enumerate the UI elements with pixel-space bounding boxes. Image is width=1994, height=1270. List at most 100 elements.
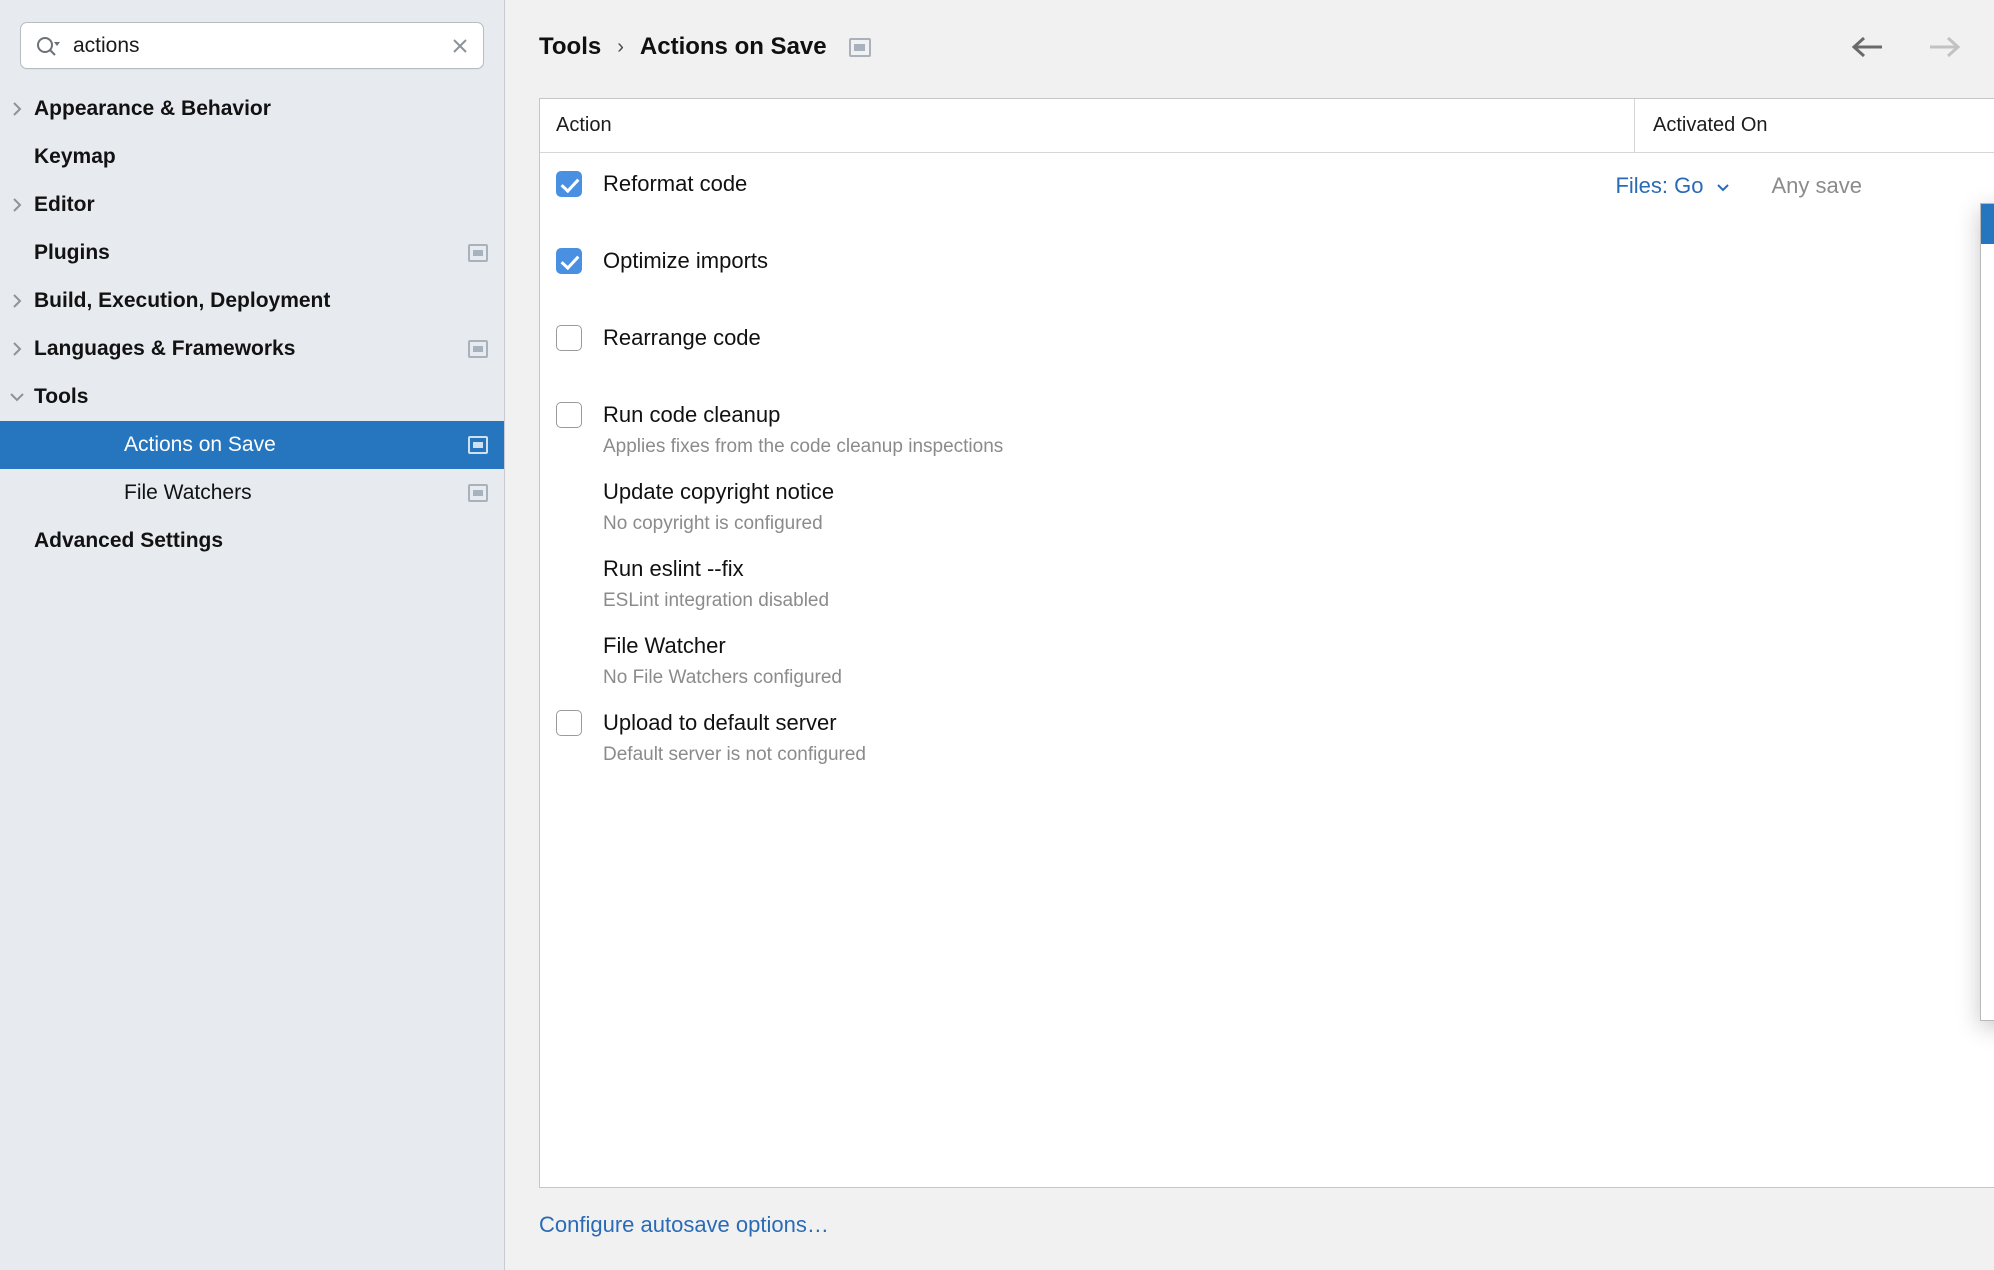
file-type-row-xml[interactable]: <>XML [1981,844,1994,884]
action-label: Upload to default server [603,710,837,736]
action-label: Run code cleanup [603,402,780,428]
checkbox-reformat-code[interactable] [556,171,582,197]
action-label: Optimize imports [603,248,768,274]
nav-arrows [1848,32,1964,62]
file-type-row-html[interactable]: HHTML [1981,404,1994,444]
file-type-row-json[interactable]: {}JSON [1981,484,1994,524]
settings-page-icon [468,436,488,454]
settings-page-icon [849,38,871,57]
actions-panel: Action Activated On Reformat code Files: … [539,98,1994,1188]
sidebar-item-label: Appearance & Behavior [34,97,271,121]
sidebar-item-keymap[interactable]: Keymap [0,133,504,181]
row-main: Rearrange code [556,325,761,351]
breadcrumb-parent[interactable]: Tools [539,33,601,61]
sidebar-item-appearance-behavior[interactable]: Appearance & Behavior [0,85,504,133]
action-label: Rearrange code [603,325,761,351]
popup-row-all-file-types[interactable]: All file types [1981,204,1994,244]
row-main: Reformat code [556,171,747,197]
activated-on-cell: Files: Go Any save [1615,173,1862,199]
row-main: Run code cleanup [556,402,780,428]
checkbox-rearrange-code[interactable] [556,325,582,351]
chevron-right-icon[interactable] [0,100,34,118]
sidebar-item-languages-frameworks[interactable]: Languages & Frameworks [0,325,504,373]
sidebar-item-label: Build, Execution, Deployment [34,289,330,313]
file-type-row-javascript[interactable]: JSJavaScript [1981,524,1994,564]
checkbox-optimize-imports[interactable] [556,248,582,274]
configure-autosave-link[interactable]: Configure autosave options… [539,1212,829,1238]
sidebar-item-label: Tools [34,385,88,409]
action-label: Reformat code [603,171,747,197]
file-type-row-relax-ng[interactable]: RELAX-NG [1981,644,1994,684]
table-row[interactable]: Reformat code Files: Go Any save [540,171,1994,197]
chevron-down-icon[interactable] [0,388,34,406]
action-description: Default server is not configured [603,744,866,766]
close-icon[interactable] [449,35,471,57]
settings-sidebar: Appearance & Behavior Keymap Editor Plugins… [0,0,505,1270]
row-main: Run eslint --fix [556,556,744,582]
chevron-right-icon[interactable] [0,196,34,214]
file-type-row-makefile[interactable]: MMakefile [1981,564,1994,604]
file-type-row-shell-script[interactable]: Shell Script [1981,724,1994,764]
column-header-action[interactable]: Action [540,99,1635,152]
activated-on-value[interactable]: Any save [1772,173,1863,199]
checkbox-upload-to-default-server[interactable] [556,710,582,736]
table-row[interactable]: Rearrange code [540,325,1994,351]
file-type-row-sql[interactable]: SQLSQL [1981,684,1994,724]
file-type-row-xhtml[interactable]: HXHTML [1981,804,1994,844]
file-type-row-editorconfig[interactable]: EditorConfig [1981,284,1994,324]
action-description: Applies fixes from the code cleanup insp… [603,436,1003,458]
files-scope-dropdown[interactable]: Files: Go [1615,173,1731,199]
file-type-row-yaml[interactable]: YMLYAML [1981,884,1994,924]
settings-page-icon [468,484,488,502]
file-type-row-markdown[interactable]: MDMarkdown [1981,604,1994,644]
file-types-list: CSSCSSEditorConfigGo<>Go TemplateHHTMLAP… [1981,244,1994,924]
settings-dialog: Appearance & Behavior Keymap Editor Plugins… [0,0,1994,1270]
breadcrumb-separator: › [617,36,624,59]
checkbox-run-code-cleanup[interactable] [556,402,582,428]
settings-main: Tools › Actions on Save [505,0,1994,1270]
table-row[interactable]: Run eslint --fix ESLint integration disab… [540,556,1994,612]
chevron-down-icon[interactable] [1714,173,1732,198]
sidebar-item-label: Keymap [34,145,116,169]
file-type-row-typescript[interactable]: TSTypeScript [1981,764,1994,804]
sidebar-item-advanced-settings[interactable]: Advanced Settings [0,517,504,565]
search-input[interactable] [61,34,449,58]
row-main: Update copyright notice [556,479,834,505]
action-description: No File Watchers configured [603,667,842,689]
action-description: ESLint integration disabled [603,590,829,612]
file-type-row-css[interactable]: CSSCSS [1981,244,1994,284]
sidebar-item-label: Languages & Frameworks [34,337,295,361]
sidebar-item-plugins[interactable]: Plugins [0,229,504,277]
row-main: File Watcher [556,633,726,659]
sidebar-item-label: File Watchers [124,481,252,505]
sidebar-item-label: Advanced Settings [34,529,223,553]
sidebar-item-tools[interactable]: Tools [0,373,504,421]
search-box[interactable] [20,22,484,69]
file-type-row-go[interactable]: Go [1981,324,1994,364]
table-row[interactable]: File Watcher No File Watchers configured [540,633,1994,689]
arrow-right-icon[interactable] [1924,32,1964,62]
settings-tree: Appearance & Behavior Keymap Editor Plugins… [0,85,504,565]
column-header-activated-on[interactable]: Activated On [1635,99,1994,152]
table-row[interactable]: Upload to default server Default server i… [540,710,1994,766]
sidebar-item-build-execution-deployment[interactable]: Build, Execution, Deployment [0,277,504,325]
sidebar-item-label: Plugins [34,241,110,265]
file-types-popup: All file types CSSCSSEditorConfigGo<>Go … [1980,203,1994,1021]
arrow-left-icon[interactable] [1848,32,1888,62]
page-header: Tools › Actions on Save [505,0,1994,94]
sidebar-item-file-watchers[interactable]: File Watchers [0,469,504,517]
file-type-row-http-request[interactable]: APIHTTP Request [1981,444,1994,484]
sidebar-item-editor[interactable]: Editor [0,181,504,229]
settings-page-icon [468,244,488,262]
file-type-row-go-template[interactable]: <>Go Template [1981,364,1994,404]
table-row[interactable]: Run code cleanup Applies fixes from the c… [540,402,1994,458]
page-title: Actions on Save [640,33,827,61]
action-label: File Watcher [603,633,726,659]
table-row[interactable]: Update copyright noticeNo copyright is c… [540,479,1994,535]
search-icon[interactable] [35,35,61,57]
chevron-right-icon[interactable] [0,292,34,310]
sidebar-item-actions-on-save[interactable]: Actions on Save [0,421,504,469]
chevron-right-icon[interactable] [0,340,34,358]
chevron-down-icon[interactable] [1989,214,1994,234]
table-row[interactable]: Optimize imports [540,248,1994,274]
